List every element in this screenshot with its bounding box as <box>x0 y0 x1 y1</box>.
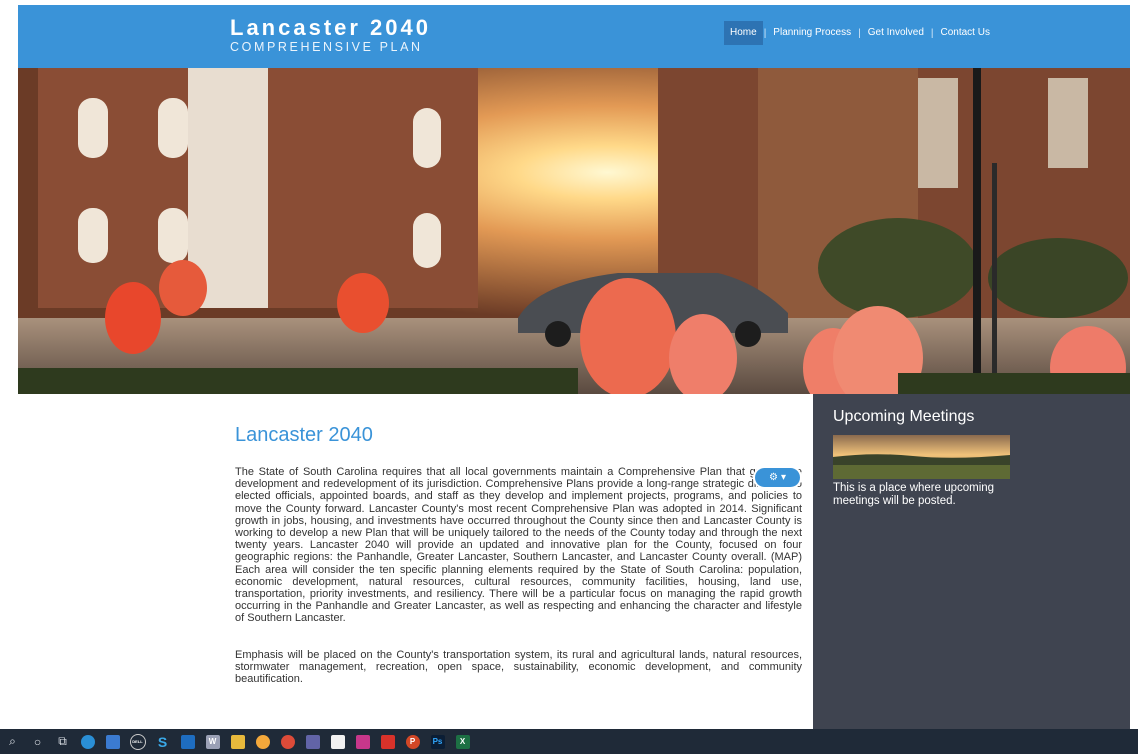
skype-icon[interactable]: S <box>150 729 175 754</box>
dell-icon[interactable]: DELL <box>125 729 150 754</box>
hero-image <box>18 68 1130 394</box>
nav-contact-us[interactable]: Contact Us <box>935 21 996 45</box>
search-icon[interactable]: ⌕ <box>0 729 25 754</box>
meetings-image <box>833 435 1010 479</box>
chevron-down-icon: ▾ <box>780 472 786 483</box>
notepad-icon[interactable] <box>325 729 350 754</box>
edge-icon[interactable] <box>75 729 100 754</box>
store-icon[interactable] <box>100 729 125 754</box>
photos-icon[interactable] <box>350 729 375 754</box>
paragraph: Emphasis will be placed on the County's … <box>235 648 802 686</box>
powerpoint-icon[interactable]: P <box>400 729 425 754</box>
site-title[interactable]: Lancaster 2040 <box>230 16 431 40</box>
web-page: Lancaster 2040 COMPREHENSIVE PLAN Home |… <box>18 5 1130 729</box>
chrome-canary-icon[interactable] <box>250 729 275 754</box>
photoshop-icon[interactable]: Ps <box>425 729 450 754</box>
word-icon[interactable]: W <box>200 729 225 754</box>
nav-get-involved[interactable]: Get Involved <box>862 21 930 45</box>
sidebar-upcoming-meetings: Upcoming Meetings This is a place where … <box>813 394 1130 729</box>
body-text: The State of South Carolina requires tha… <box>235 466 802 709</box>
nav-home[interactable]: Home <box>724 21 763 45</box>
site-header: Lancaster 2040 COMPREHENSIVE PLAN Home |… <box>18 5 1130 68</box>
paragraph: The State of South Carolina requires tha… <box>235 466 802 625</box>
settings-dropdown-button[interactable]: ⚙ ▾ <box>755 468 800 487</box>
acrobat-icon[interactable] <box>375 729 400 754</box>
outlook-icon[interactable] <box>175 729 200 754</box>
site-subtitle: COMPREHENSIVE PLAN <box>230 40 423 54</box>
sidebar-title: Upcoming Meetings <box>833 408 975 425</box>
page-title: Lancaster 2040 <box>235 424 373 446</box>
windows-taskbar: ⌕ ○ ⧉ DELL S W P Ps X <box>0 729 1138 754</box>
cortana-icon[interactable]: ○ <box>25 729 50 754</box>
main-content: Lancaster 2040 The State of South Caroli… <box>18 394 813 729</box>
teams-icon[interactable] <box>300 729 325 754</box>
sidebar-text: This is a place where upcoming meetings … <box>833 482 995 507</box>
nav-planning-process[interactable]: Planning Process <box>767 21 857 45</box>
main-nav: Home | Planning Process | Get Involved |… <box>724 21 996 45</box>
file-explorer-icon[interactable] <box>225 729 250 754</box>
gear-icon: ⚙ <box>769 472 778 483</box>
excel-icon[interactable]: X <box>450 729 475 754</box>
task-view-icon[interactable]: ⧉ <box>50 729 75 754</box>
chrome-icon[interactable] <box>275 729 300 754</box>
